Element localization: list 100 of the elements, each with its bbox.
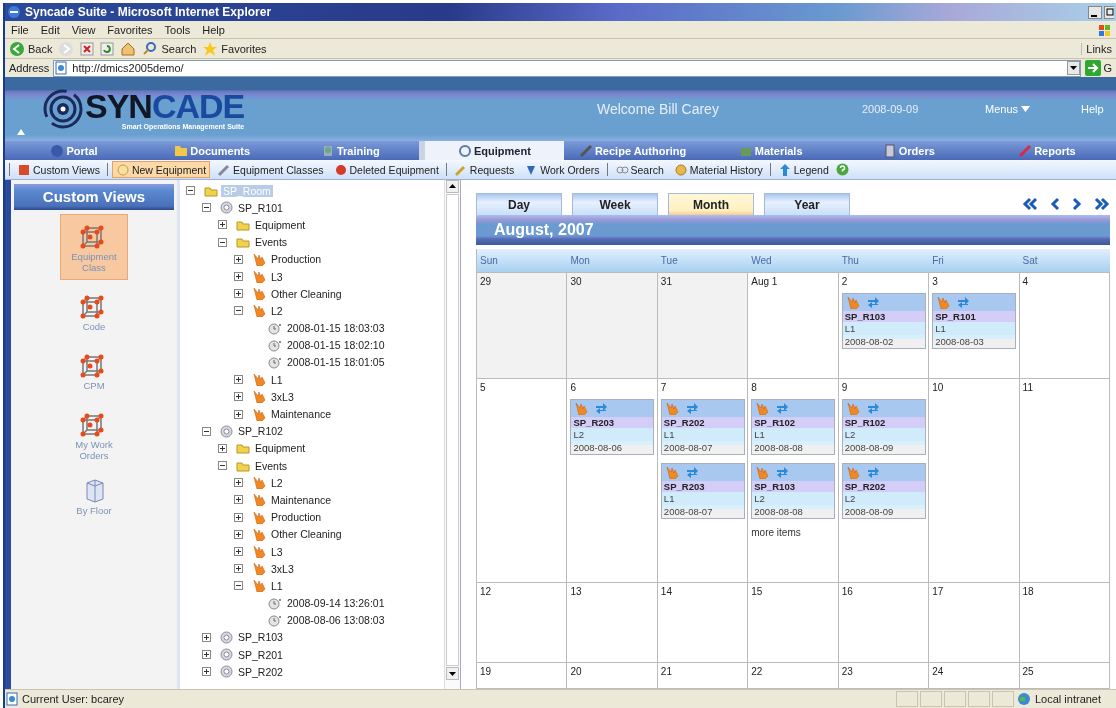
day-cell[interactable]: 14	[657, 583, 749, 663]
expand-toggle-icon[interactable]	[218, 220, 227, 230]
scroll-down-icon[interactable]	[446, 667, 459, 680]
day-cell[interactable]: 9 SP_R102 L2 2008-08-09 SP_R202 L2 2008-08-09	[838, 379, 930, 583]
scroll-up-icon[interactable]	[446, 180, 459, 193]
expand-toggle-icon[interactable]	[234, 254, 243, 264]
day-cell[interactable]: 24	[929, 663, 1020, 689]
day-cell[interactable]: 10	[929, 379, 1020, 583]
event-card[interactable]: SP_R101 L1 2008-08-03	[932, 293, 1017, 349]
event-card[interactable]: SP_R203 L2 2008-08-06	[570, 399, 655, 455]
collapse-toggle-icon[interactable]	[234, 581, 243, 591]
tree-item[interactable]: Events	[253, 459, 290, 472]
collapse-toggle-icon[interactable]	[218, 461, 227, 471]
collapse-toggle-icon[interactable]	[202, 203, 211, 213]
expand-toggle-icon[interactable]	[234, 392, 243, 402]
toolbar-button[interactable]: New Equipment	[111, 161, 211, 178]
expand-toggle-icon[interactable]	[234, 272, 243, 282]
expand-toggle-icon[interactable]	[218, 443, 227, 453]
event-card[interactable]: SP_R203 L1 2008-08-07	[660, 463, 745, 519]
menu-item[interactable]: File	[11, 23, 29, 36]
day-cell[interactable]: 30	[567, 273, 658, 379]
collapse-arrow-icon[interactable]	[17, 129, 25, 135]
home-icon[interactable]	[120, 41, 137, 56]
restore-icon[interactable]	[1104, 5, 1114, 19]
next-icon[interactable]	[1072, 196, 1082, 211]
expand-toggle-icon[interactable]	[234, 495, 243, 505]
toolbar-button[interactable]: Work Orders	[521, 161, 603, 178]
tree-item[interactable]: Events	[253, 236, 290, 249]
tree-item[interactable]: SP_R202	[236, 665, 285, 678]
menu-item[interactable]: Tools	[164, 23, 191, 36]
day-cell[interactable]: 18	[1019, 583, 1110, 663]
address-field[interactable]: http://dmics2005demo/	[53, 59, 1082, 77]
toolbar-button[interactable]: Material History	[670, 161, 766, 178]
day-cell[interactable]: 25	[1019, 663, 1110, 689]
tree-item[interactable]: L3	[269, 270, 285, 283]
last-page-icon[interactable]	[1094, 196, 1110, 211]
expand-toggle-icon[interactable]	[234, 409, 243, 419]
tree-item[interactable]: L1	[269, 373, 285, 386]
day-cell[interactable]: 15	[748, 583, 839, 663]
expand-toggle-icon[interactable]	[202, 650, 211, 660]
menu-item[interactable]: View	[71, 23, 96, 36]
day-cell[interactable]: 31	[657, 273, 749, 379]
tree-item[interactable]: L2	[269, 304, 285, 317]
toolbar-button[interactable]: Back	[9, 40, 53, 57]
refresh-icon[interactable]	[100, 41, 115, 56]
toolbar-button[interactable]: Search	[142, 40, 197, 57]
tree-item[interactable]: Equipment	[253, 442, 308, 455]
toolbar-button[interactable]: Deleted Equipment	[330, 161, 442, 178]
tree-item[interactable]: Equipment	[253, 218, 308, 231]
tree-item[interactable]: 3xL3	[269, 562, 296, 575]
day-cell[interactable]: 2 SP_R103 L1 2008-08-02	[838, 273, 930, 379]
expand-toggle-icon[interactable]	[202, 667, 211, 677]
toolbar-button[interactable]: Requests	[450, 161, 518, 178]
day-cell[interactable]: 11	[1019, 379, 1110, 583]
view-tab[interactable]: Month	[668, 193, 754, 215]
toolbar-button[interactable]: Legend	[774, 161, 832, 178]
tree-item[interactable]: Other Cleaning	[269, 528, 344, 541]
collapse-toggle-icon[interactable]	[186, 186, 195, 196]
tree-item[interactable]: L3	[269, 545, 285, 558]
previous-icon[interactable]	[1050, 196, 1060, 211]
event-card[interactable]: SP_R102 L1 2008-08-08	[751, 399, 836, 455]
day-cell[interactable]: 3 SP_R101 L1 2008-08-03	[929, 273, 1020, 379]
nav-tab[interactable]: Equipment	[419, 141, 564, 160]
tree-item[interactable]: SP_R201	[236, 648, 285, 661]
day-cell[interactable]: 6 SP_R203 L2 2008-08-06	[567, 379, 658, 583]
tree-item[interactable]: 2008-01-15 18:01:05	[285, 356, 387, 369]
go-button[interactable]: G	[1085, 60, 1112, 76]
day-cell[interactable]: 23	[838, 663, 930, 689]
menu-item[interactable]: Favorites	[107, 23, 153, 36]
day-cell[interactable]: Aug 1	[748, 273, 839, 379]
tree-item[interactable]: L1	[269, 579, 285, 592]
toolbar-button[interactable]: Search	[611, 161, 667, 178]
tree-item[interactable]: SP_R103	[236, 631, 285, 644]
event-card[interactable]: SP_R103 L2 2008-08-08	[751, 463, 836, 519]
tree-item[interactable]: L2	[269, 476, 285, 489]
event-card[interactable]: SP_R202 L1 2008-08-07	[660, 399, 745, 455]
day-cell[interactable]: 21	[657, 663, 749, 689]
menu-item[interactable]: Edit	[40, 23, 60, 36]
expand-toggle-icon[interactable]	[234, 375, 243, 385]
tree-item[interactable]: Other Cleaning	[269, 287, 344, 300]
expand-toggle-icon[interactable]	[234, 478, 243, 488]
minimize-icon[interactable]	[1088, 5, 1102, 19]
day-cell[interactable]: 17	[929, 583, 1020, 663]
links-label[interactable]: Links	[1081, 42, 1112, 55]
day-cell[interactable]: 8 SP_R102 L1 2008-08-08 SP_R103 L2 2008-08-08 more items	[748, 379, 839, 583]
toolbar-button[interactable]: Custom Views	[14, 161, 103, 178]
tree-item[interactable]: 2008-08-06 13:08:03	[285, 614, 387, 627]
day-cell[interactable]: 5	[477, 379, 568, 583]
toolbar-button[interactable]: Favorites	[202, 40, 267, 57]
nav-tab[interactable]: Training	[281, 141, 420, 160]
tree-item[interactable]: SP_R101	[236, 201, 285, 214]
day-cell[interactable]: 20	[567, 663, 658, 689]
collapse-toggle-icon[interactable]	[234, 306, 243, 316]
nav-tab[interactable]: Portal	[5, 141, 144, 160]
help-icon[interactable]	[835, 163, 849, 176]
nav-tab[interactable]: Materials	[701, 141, 840, 160]
tree-item[interactable]: 2008-09-14 13:26:01	[285, 597, 387, 610]
tree-item[interactable]: 2008-01-15 18:03:03	[285, 322, 387, 335]
day-cell[interactable]: 13	[567, 583, 658, 663]
day-cell[interactable]: 22	[748, 663, 839, 689]
